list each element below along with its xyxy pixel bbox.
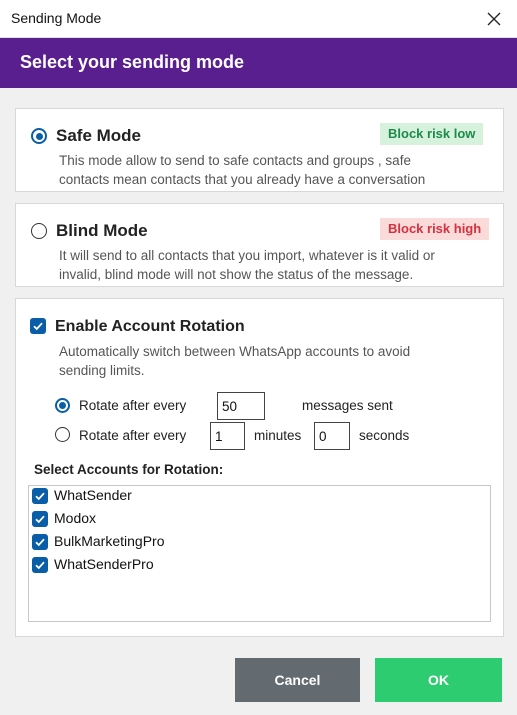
check-icon	[35, 561, 45, 570]
check-icon	[33, 322, 43, 331]
messages-sent-label: messages sent	[302, 398, 393, 413]
header-banner: Select your sending mode	[0, 38, 517, 88]
account-name[interactable]: WhatSenderPro	[54, 556, 154, 572]
account-checkbox[interactable]	[32, 534, 48, 550]
messages-count-input[interactable]	[217, 392, 265, 420]
check-icon	[35, 492, 45, 501]
rotate-messages-radio[interactable]	[55, 398, 70, 413]
minutes-label: minutes	[254, 428, 302, 443]
safe-mode-label[interactable]: Safe Mode	[56, 126, 141, 146]
close-icon	[487, 12, 501, 26]
safe-mode-panel[interactable]: Safe Mode Block risk low This mode allow…	[15, 108, 504, 192]
accounts-listbox[interactable]: WhatSender Modox BulkMarketingPro WhatSe…	[28, 485, 491, 622]
check-icon	[35, 538, 45, 547]
blind-mode-radio[interactable]	[31, 223, 47, 239]
account-name[interactable]: BulkMarketingPro	[54, 533, 165, 549]
cancel-button[interactable]: Cancel	[235, 658, 360, 702]
risk-low-badge: Block risk low	[380, 123, 484, 145]
enable-rotation-label[interactable]: Enable Account Rotation	[55, 318, 245, 336]
risk-high-badge: Block risk high	[380, 218, 490, 240]
blind-mode-description-line2: invalid, blind mode will not show the st…	[59, 267, 414, 282]
title-bar: Sending Mode	[0, 0, 517, 38]
rotate-time-label[interactable]: Rotate after every	[79, 428, 186, 443]
check-icon	[35, 515, 45, 524]
account-checkbox[interactable]	[32, 511, 48, 527]
header-title: Select your sending mode	[20, 52, 245, 72]
blind-mode-label[interactable]: Blind Mode	[56, 221, 148, 241]
select-accounts-label: Select Accounts for Rotation:	[34, 462, 224, 477]
rotate-time-radio[interactable]	[55, 427, 70, 442]
safe-mode-description-line2: contacts mean contacts that you already …	[59, 172, 426, 187]
safe-mode-radio[interactable]	[31, 128, 47, 144]
account-name[interactable]: WhatSender	[54, 487, 132, 503]
close-button[interactable]	[479, 4, 509, 34]
account-name[interactable]: Modox	[54, 510, 96, 526]
blind-mode-description-line1: It will send to all contacts that you im…	[59, 248, 435, 263]
minutes-input[interactable]	[210, 422, 245, 450]
account-checkbox[interactable]	[32, 488, 48, 504]
blind-mode-panel[interactable]: Blind Mode Block risk high It will send …	[15, 203, 504, 287]
rotate-messages-label[interactable]: Rotate after every	[79, 398, 186, 413]
window-title: Sending Mode	[11, 10, 102, 26]
ok-button[interactable]: OK	[375, 658, 502, 702]
safe-mode-description-line1: This mode allow to send to safe contacts…	[59, 153, 411, 168]
seconds-input[interactable]	[314, 422, 350, 450]
enable-rotation-checkbox[interactable]	[30, 318, 46, 334]
rotation-description-line1: Automatically switch between WhatsApp ac…	[59, 344, 411, 359]
rotation-description-line2: sending limits.	[59, 363, 145, 378]
seconds-label: seconds	[359, 428, 410, 443]
account-checkbox[interactable]	[32, 557, 48, 573]
